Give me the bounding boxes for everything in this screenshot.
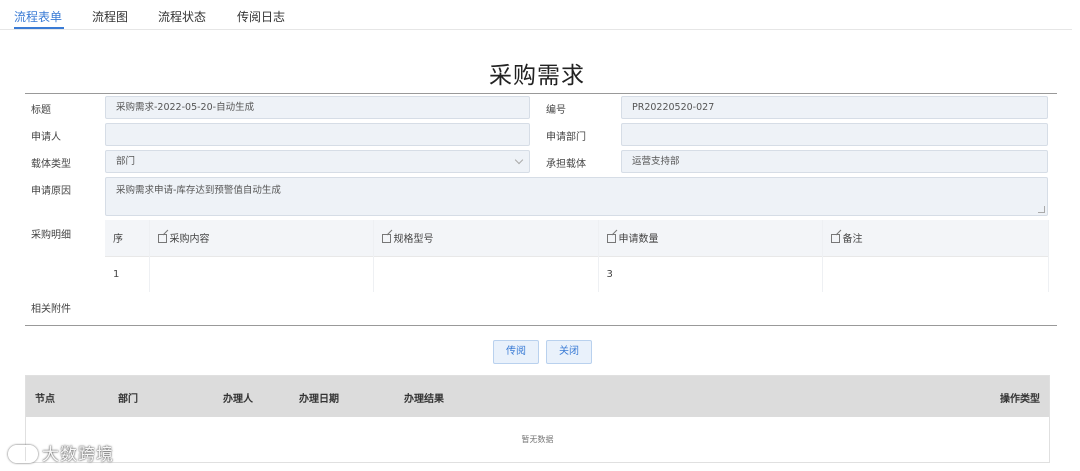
cell-content[interactable]: [149, 256, 374, 292]
tab-circulation-log[interactable]: 传阅日志: [237, 8, 285, 25]
section-divider: [25, 325, 1057, 326]
tab-process-form[interactable]: 流程表单: [14, 8, 62, 25]
edit-icon: [606, 234, 616, 244]
reason-textarea[interactable]: 采购需求申请-库存达到预警值自动生成: [105, 177, 1048, 216]
handling-log-table: 节点 部门 办理人 办理日期 办理结果 操作类型 暂无数据: [25, 375, 1050, 463]
applicant-label: 申请人: [31, 132, 61, 143]
log-col-result: 办理结果: [404, 394, 444, 405]
col-header-quantity: 申请数量: [598, 220, 823, 256]
cell-quantity[interactable]: 3: [598, 256, 823, 292]
edit-icon: [830, 234, 840, 244]
cell-spec[interactable]: [373, 256, 599, 292]
tab-bar: 流程表单 流程图 流程状态 传阅日志: [0, 0, 1072, 30]
cell-note[interactable]: [822, 256, 1049, 292]
department-label: 申请部门: [546, 132, 586, 143]
log-col-department: 部门: [118, 394, 138, 405]
resize-handle-icon[interactable]: [1038, 206, 1045, 213]
active-tab-indicator: [14, 27, 64, 29]
carrier-type-value: 部门: [116, 156, 136, 167]
tab-flowchart[interactable]: 流程图: [92, 8, 128, 25]
log-col-operation-type: 操作类型: [1000, 394, 1040, 405]
log-col-handler: 办理人: [223, 394, 253, 405]
edit-icon: [381, 234, 391, 244]
carrier-label: 承担载体: [546, 159, 586, 170]
number-field[interactable]: PR20220520-027: [621, 96, 1048, 119]
col-header-spec: 规格型号: [373, 220, 599, 256]
details-label: 采购明细: [31, 230, 71, 241]
applicant-field[interactable]: [105, 123, 530, 146]
watermark-logo-icon: [8, 445, 38, 463]
title-divider: [25, 93, 1057, 94]
chevron-down-icon: [514, 155, 524, 165]
col-header-index: 序: [105, 220, 150, 256]
reason-value: 采购需求申请-库存达到预警值自动生成: [116, 185, 281, 196]
edit-icon: [157, 234, 167, 244]
title-label: 标题: [31, 105, 51, 116]
watermark: 大数跨境: [8, 440, 114, 465]
col-header-note: 备注: [822, 220, 1049, 256]
carrier-field[interactable]: 运营支持部: [621, 150, 1048, 173]
title-value: 采购需求-2022-05-20-自动生成: [116, 102, 255, 113]
number-value: PR20220520-027: [632, 102, 715, 113]
log-header-row: 节点 部门 办理人 办理日期 办理结果 操作类型: [26, 376, 1049, 417]
close-button[interactable]: 关闭: [546, 340, 592, 364]
reason-label: 申请原因: [31, 186, 71, 197]
cell-index: 1: [105, 256, 150, 292]
carrier-type-label: 载体类型: [31, 159, 71, 170]
department-field[interactable]: [621, 123, 1048, 146]
number-label: 编号: [546, 105, 566, 116]
carrier-value: 运营支持部: [632, 156, 680, 167]
circulate-button[interactable]: 传阅: [493, 340, 539, 364]
table-row: 1 3: [105, 256, 1049, 292]
carrier-type-select[interactable]: 部门: [105, 150, 530, 173]
form-title: 采购需求: [489, 63, 585, 89]
empty-state-text: 暂无数据: [521, 435, 554, 444]
tab-process-status[interactable]: 流程状态: [158, 8, 206, 25]
title-field[interactable]: 采购需求-2022-05-20-自动生成: [105, 96, 530, 119]
table-header-row: 序 采购内容 规格型号 申请数量 备注: [105, 220, 1049, 256]
log-col-date: 办理日期: [299, 394, 339, 405]
log-col-node: 节点: [35, 394, 55, 405]
col-header-content: 采购内容: [149, 220, 374, 256]
purchase-details-table: 序 采购内容 规格型号 申请数量 备注 1 3: [105, 220, 1049, 292]
attachments-label: 相关附件: [31, 304, 71, 315]
